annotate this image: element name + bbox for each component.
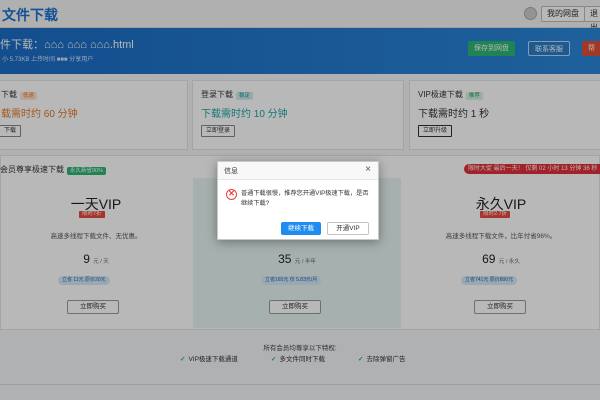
continue-download-button[interactable]: 继续下载 [281, 222, 321, 235]
close-icon[interactable]: × [365, 164, 371, 175]
open-vip-button[interactable]: 开通VIP [327, 222, 369, 235]
error-icon: ✕ [226, 189, 237, 200]
dialog-header: 信息 × [218, 162, 378, 180]
info-dialog: 信息 × ✕ 普通下载很慢，推荐您开通VIP极速下载，是否继续下载? 继续下载 … [217, 161, 379, 240]
dialog-message: 普通下载很慢，推荐您开通VIP极速下载，是否继续下载? [241, 190, 369, 207]
dialog-title: 信息 [224, 168, 238, 175]
